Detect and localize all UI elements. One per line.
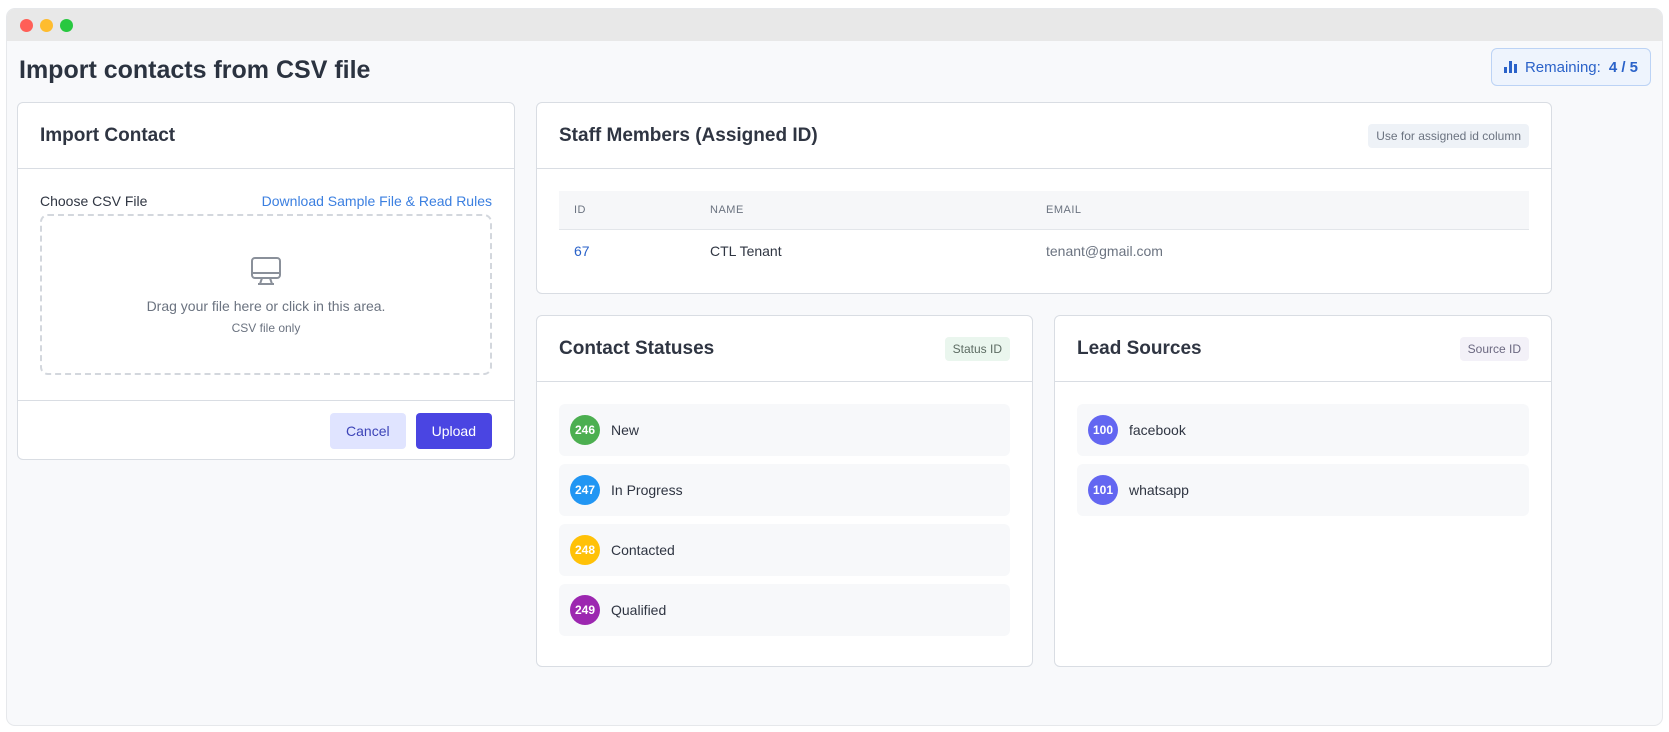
status-id-badge: 246: [570, 415, 600, 445]
contact-statuses-card: Contact Statuses Status ID 246 New 247 I…: [536, 315, 1033, 667]
staff-card-header: Staff Members (Assigned ID) Use for assi…: [537, 103, 1551, 169]
import-card-title: Import Contact: [40, 124, 176, 146]
upload-button[interactable]: Upload: [415, 413, 492, 449]
dropzone-sub-text: CSV file only: [231, 321, 301, 335]
staff-card-title: Staff Members (Assigned ID): [559, 124, 818, 146]
list-item: 101 whatsapp: [1077, 464, 1529, 516]
choose-file-label: Choose CSV File: [40, 193, 148, 209]
bar-chart-icon: [1503, 61, 1517, 73]
status-id-pill: Status ID: [944, 336, 1010, 361]
source-label: whatsapp: [1129, 482, 1189, 498]
assigned-id-pill: Use for assigned id column: [1368, 123, 1529, 148]
sources-card-header: Lead Sources Source ID: [1055, 316, 1551, 382]
staff-table: ID NAME EMAIL 67 CTL Tenant tenant@gmail…: [537, 169, 1551, 272]
source-id-badge: 101: [1088, 475, 1118, 505]
source-list: 100 facebook 101 whatsapp: [1055, 382, 1551, 516]
remaining-badge: Remaining: 4 / 5: [1490, 48, 1651, 86]
source-id-pill: Source ID: [1459, 336, 1529, 361]
sources-card-title: Lead Sources: [1077, 337, 1202, 359]
minimize-window-button[interactable]: [40, 19, 53, 32]
list-item: 246 New: [559, 404, 1010, 456]
import-card-footer: Cancel Upload: [18, 401, 514, 461]
import-card-body: Choose CSV File Download Sample File & R…: [18, 169, 514, 401]
source-label: facebook: [1129, 422, 1186, 438]
status-label: New: [611, 422, 640, 438]
app-window: Import contacts from CSV file Remaining:…: [7, 9, 1662, 725]
list-item: 248 Contacted: [559, 524, 1010, 576]
monitor-icon: [251, 257, 281, 285]
file-dropzone[interactable]: Drag your file here or click in this are…: [40, 214, 492, 375]
status-id-badge: 248: [570, 535, 600, 565]
table-row: 67 CTL Tenant tenant@gmail.com: [559, 230, 1529, 272]
dropzone-main-text: Drag your file here or click in this are…: [146, 298, 386, 314]
import-contact-card: Import Contact Choose CSV File Download …: [17, 102, 515, 460]
staff-id[interactable]: 67: [559, 243, 710, 259]
staff-email: tenant@gmail.com: [1046, 243, 1163, 259]
status-label: Contacted: [611, 542, 675, 558]
staff-name: CTL Tenant: [710, 243, 782, 259]
maximize-window-button[interactable]: [60, 19, 73, 32]
column-header-name: NAME: [710, 204, 744, 216]
list-item: 247 In Progress: [559, 464, 1010, 516]
statuses-card-title: Contact Statuses: [559, 337, 715, 359]
statuses-card-header: Contact Statuses Status ID: [537, 316, 1032, 382]
download-sample-link[interactable]: Download Sample File & Read Rules: [262, 193, 492, 209]
table-header: ID NAME EMAIL: [559, 191, 1529, 230]
source-id-badge: 100: [1088, 415, 1118, 445]
staff-members-card: Staff Members (Assigned ID) Use for assi…: [536, 102, 1552, 294]
file-label-row: Choose CSV File Download Sample File & R…: [40, 193, 492, 209]
status-id-badge: 249: [570, 595, 600, 625]
status-id-badge: 247: [570, 475, 600, 505]
page-title: Import contacts from CSV file: [19, 56, 371, 84]
close-window-button[interactable]: [20, 19, 33, 32]
import-card-header: Import Contact: [18, 103, 514, 169]
cancel-button[interactable]: Cancel: [330, 413, 406, 449]
column-header-id: ID: [574, 204, 586, 216]
status-label: Qualified: [611, 602, 667, 618]
status-list: 246 New 247 In Progress 248 Contacted 24…: [537, 382, 1032, 636]
window-titlebar: [7, 9, 1662, 41]
remaining-label: Remaining:: [1524, 58, 1601, 76]
list-item: 249 Qualified: [559, 584, 1010, 636]
lead-sources-card: Lead Sources Source ID 100 facebook 101 …: [1054, 315, 1552, 667]
list-item: 100 facebook: [1077, 404, 1529, 456]
column-header-email: EMAIL: [1046, 204, 1082, 216]
status-label: In Progress: [611, 482, 683, 498]
remaining-value: 4 / 5: [1608, 58, 1638, 76]
